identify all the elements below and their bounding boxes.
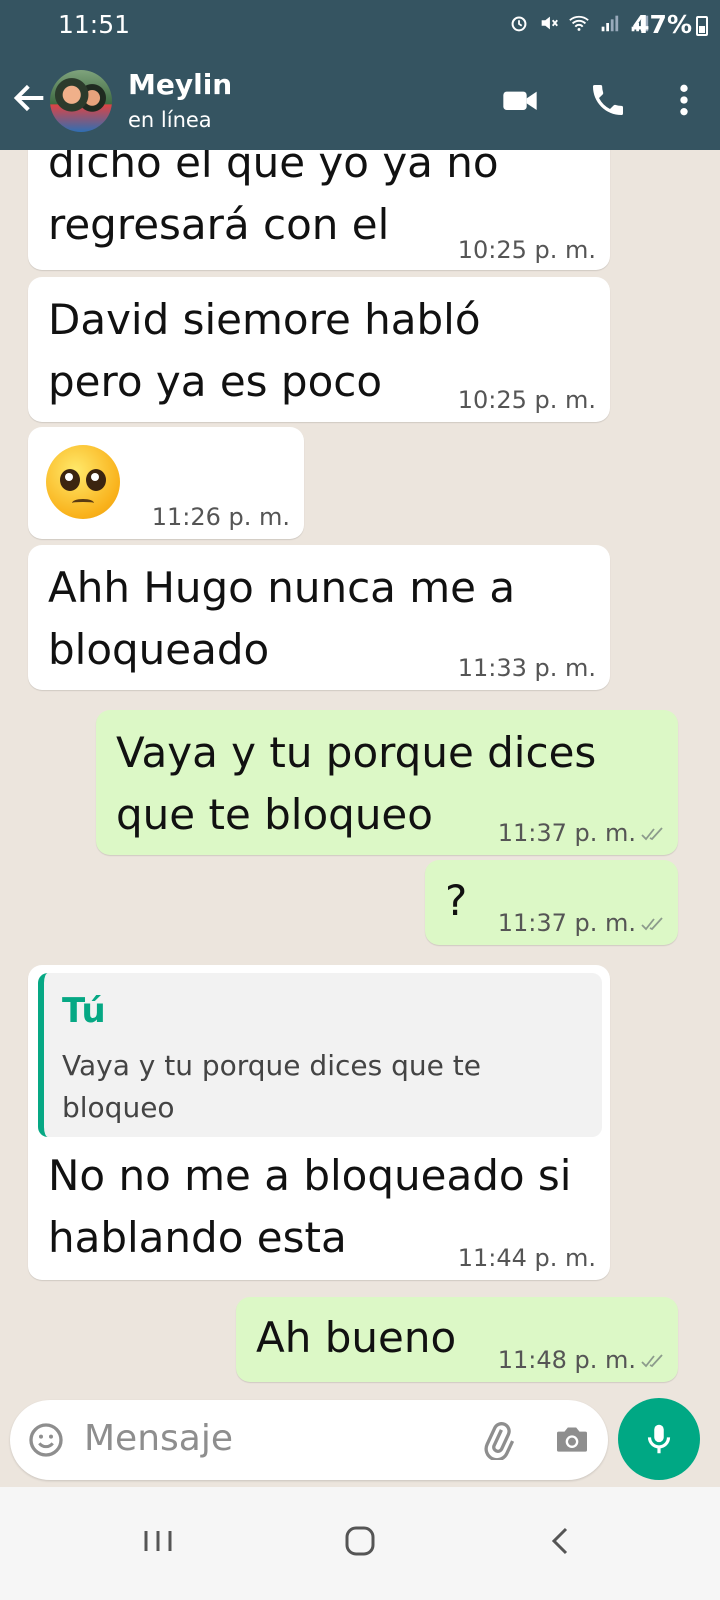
- message-composer[interactable]: Mensaje: [10, 1400, 608, 1480]
- system-nav-bar: [0, 1487, 720, 1600]
- status-time: 11:51: [58, 10, 131, 39]
- signal-icon: [601, 15, 619, 32]
- message-time: 10:25 p. m.: [457, 386, 596, 414]
- more-options-icon[interactable]: [664, 80, 704, 120]
- message-bubble-incoming[interactable]: Tú Vaya y tu porque dices que te bloqueo…: [28, 965, 610, 1280]
- message-time: 11:33 p. m.: [457, 654, 596, 682]
- message-text-line: Ah bueno: [256, 1313, 457, 1362]
- message-time: 11:37 p. m.: [498, 909, 666, 937]
- message-time: 11:37 p. m.: [498, 819, 666, 847]
- back-icon[interactable]: [532, 1511, 592, 1571]
- contact-name[interactable]: Meylin: [128, 68, 232, 101]
- message-bubble-incoming[interactable]: 11:26 p. m.: [28, 427, 304, 539]
- recent-apps-icon[interactable]: [128, 1511, 188, 1571]
- quoted-text: Vaya y tu porque dices que te bloqueo: [62, 1049, 481, 1124]
- message-time: 11:26 p. m.: [151, 503, 290, 531]
- message-text-line: David siemore habló: [48, 295, 481, 344]
- message-bubble-incoming[interactable]: David siemore habló pero ya es poco 10:2…: [28, 277, 610, 422]
- microphone-icon: [647, 1424, 671, 1454]
- camera-icon[interactable]: [552, 1420, 592, 1460]
- battery-icon: [696, 16, 708, 36]
- battery-percentage: 47%: [632, 10, 692, 39]
- chat-header: Meylin en línea: [0, 50, 720, 150]
- mute-icon: [541, 16, 558, 30]
- back-arrow-icon[interactable]: [10, 78, 50, 118]
- contact-avatar[interactable]: [50, 70, 112, 132]
- read-check-icon: [641, 1354, 663, 1368]
- pleading-face-emoji: [46, 445, 120, 519]
- phone-icon[interactable]: [588, 80, 628, 120]
- message-text-line: pero ya es poco: [48, 357, 383, 406]
- video-call-icon[interactable]: [500, 80, 540, 120]
- voice-message-button[interactable]: [618, 1398, 700, 1480]
- message-text-line: Ahh Hugo nunca me a: [48, 563, 516, 612]
- message-text-line: No no me a bloqueado si: [48, 1151, 572, 1200]
- status-icons: [508, 12, 650, 34]
- contact-status: en línea: [128, 108, 212, 132]
- message-bubble-incoming[interactable]: Ahh Hugo nunca me a bloqueado 11:33 p. m…: [28, 545, 610, 690]
- message-time: 10:25 p. m.: [457, 236, 596, 264]
- status-bar: 11:51 47%: [0, 0, 720, 50]
- message-bubble-incoming[interactable]: dicho el que yo ya no regresará con el 1…: [28, 150, 610, 270]
- message-text-line: bloqueado: [48, 625, 270, 674]
- quoted-message[interactable]: Tú Vaya y tu porque dices que te bloqueo: [38, 973, 602, 1137]
- message-text-line: dicho el que yo ya no: [48, 150, 499, 187]
- read-check-icon: [641, 917, 663, 931]
- home-icon[interactable]: [330, 1511, 390, 1571]
- message-input[interactable]: Mensaje: [84, 1418, 233, 1459]
- message-time: 11:44 p. m.: [457, 1244, 596, 1272]
- chat-messages[interactable]: dicho el que yo ya no regresará con el 1…: [0, 150, 720, 1405]
- emoji-icon[interactable]: [26, 1420, 66, 1460]
- alarm-icon: [511, 16, 527, 32]
- quoted-author: Tú: [62, 991, 106, 1031]
- message-text-line: regresará con el: [48, 200, 390, 249]
- message-text-line: ?: [445, 876, 468, 925]
- message-bubble-outgoing[interactable]: ? 11:37 p. m.: [425, 860, 678, 945]
- message-text-line: Vaya y tu porque dices: [116, 728, 597, 777]
- read-check-icon: [641, 827, 663, 841]
- attach-icon[interactable]: [478, 1420, 518, 1460]
- message-bubble-outgoing[interactable]: Ah bueno 11:48 p. m.: [236, 1297, 678, 1382]
- message-time: 11:48 p. m.: [498, 1346, 666, 1374]
- wifi-icon: [569, 15, 589, 31]
- message-bubble-outgoing[interactable]: Vaya y tu porque dices que te bloqueo 11…: [96, 710, 678, 855]
